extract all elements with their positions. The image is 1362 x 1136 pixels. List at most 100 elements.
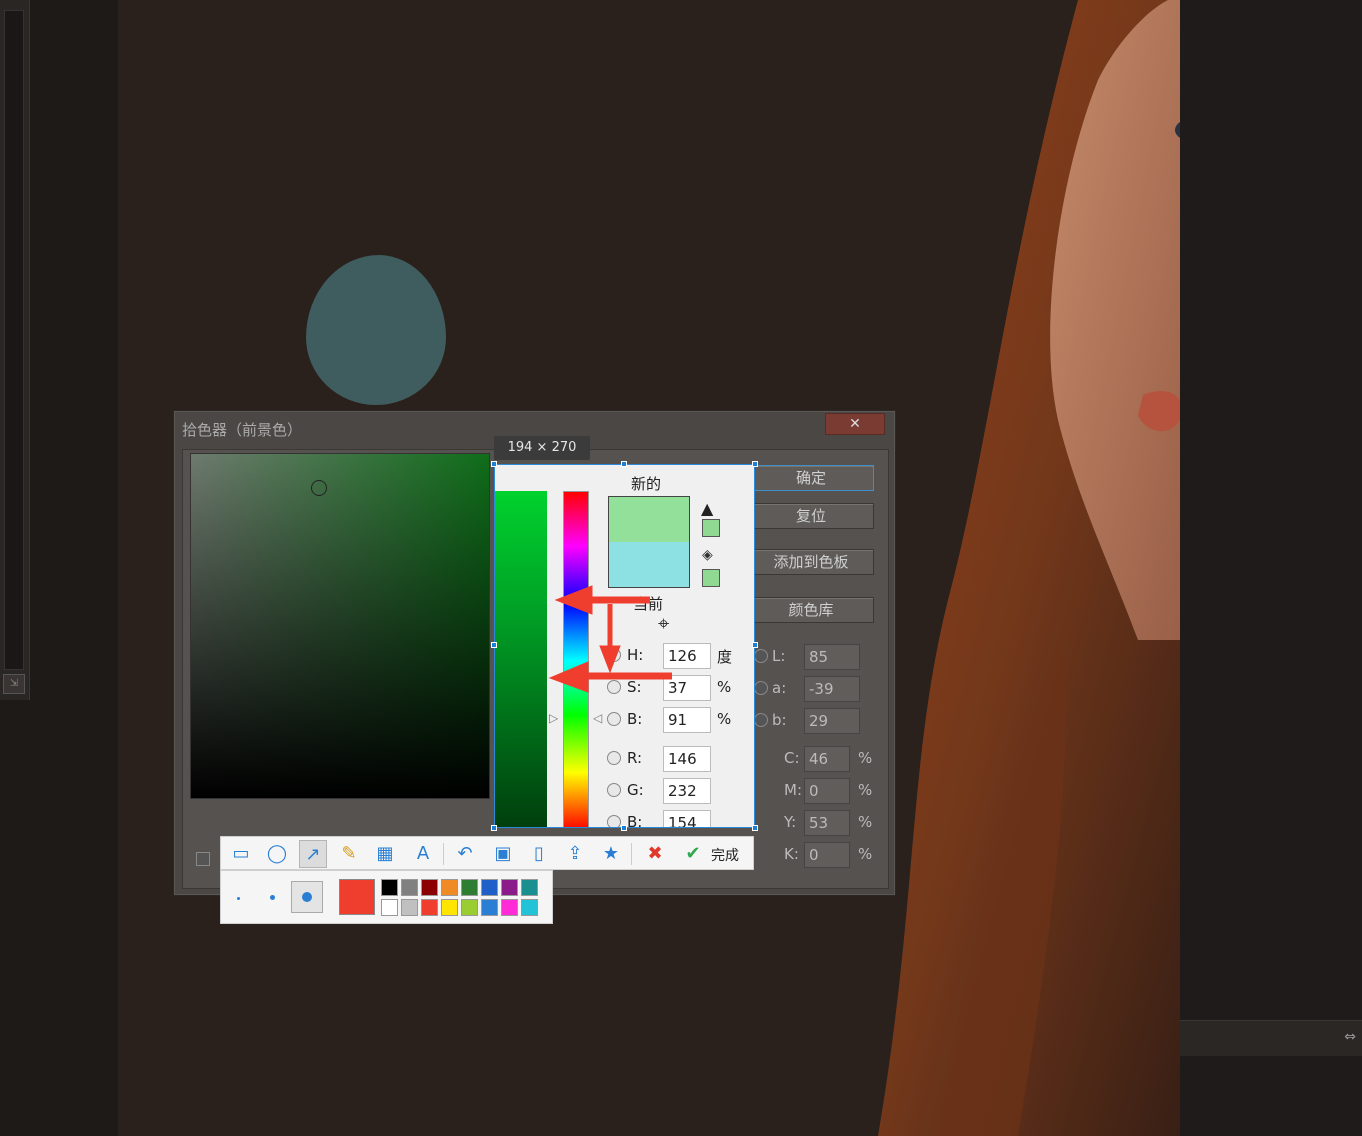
palette-color-swatch[interactable] [501, 879, 518, 896]
hsb-h-unit: 度 [717, 648, 733, 666]
capture-region[interactable]: ▷ ◁ 新的 当前 ▲ ◈ ⌖ H: 126 度 S: 37 % B: 91 %… [494, 464, 755, 828]
hsb-s-input[interactable]: 37 [663, 675, 711, 701]
palette-color-swatch[interactable] [501, 899, 518, 916]
capture-handle-bottom-left[interactable] [491, 825, 497, 831]
palette-color-swatch[interactable] [381, 899, 398, 916]
capture-handle-right[interactable] [752, 642, 758, 648]
done-button[interactable]: 完成 [711, 845, 739, 865]
only-web-colors-checkbox[interactable] [196, 852, 210, 866]
share-icon[interactable]: ⇪ [561, 840, 589, 868]
web-safe-cube-icon[interactable]: ◈ [702, 547, 713, 563]
size-small-dot[interactable] [237, 897, 240, 900]
palette-color-swatch[interactable] [521, 879, 538, 896]
capture-handle-top-left[interactable] [491, 461, 497, 467]
pin-icon[interactable]: ▯ [525, 840, 553, 868]
size-large-option[interactable] [291, 881, 323, 913]
pen-icon[interactable]: ✎ [335, 840, 363, 868]
lab-l-radio[interactable] [754, 649, 768, 663]
rgb-b-input[interactable]: 154 [663, 810, 711, 827]
cmyk-c-input[interactable]: 46 [804, 746, 850, 772]
palette-color-swatch[interactable] [521, 899, 538, 916]
new-color-label: 新的 [631, 475, 662, 493]
palette-color-swatch[interactable] [481, 899, 498, 916]
lab-b-input[interactable]: 29 [804, 708, 860, 734]
toolbar-separator [443, 843, 444, 865]
rgb-g-radio[interactable] [607, 783, 621, 797]
left-tool-panel: ⇲ [0, 0, 118, 1136]
cmyk-y-input[interactable]: 53 [804, 810, 850, 836]
palette-color-swatch[interactable] [441, 899, 458, 916]
bookmark-icon[interactable]: ★ [597, 840, 625, 868]
cancel-icon[interactable]: ✖ [641, 840, 669, 868]
add-to-swatches-button[interactable]: 添加到色板 [748, 549, 874, 575]
cmyk-c-row: C: 46 % [768, 746, 878, 772]
save-icon[interactable]: ▣ [489, 840, 517, 868]
rectangle-icon[interactable]: ▭ [227, 840, 255, 868]
lab-a-input[interactable]: -39 [804, 676, 860, 702]
lab-b-label: b: [772, 711, 787, 729]
rgb-b-radio[interactable] [607, 815, 621, 827]
gamut-warning-icon[interactable]: ▲ [701, 499, 713, 518]
new-color-swatch [609, 497, 689, 542]
left-panel-strip: ⇲ [0, 0, 30, 700]
palette-color-swatch[interactable] [421, 879, 438, 896]
cmyk-y-unit: % [858, 813, 873, 831]
palette-color-swatch[interactable] [461, 899, 478, 916]
cmyk-m-row: M: 0 % [768, 778, 878, 804]
capture-handle-left[interactable] [491, 642, 497, 648]
lab-a-label: a: [772, 679, 787, 697]
hue-left-arrow-icon[interactable]: ▷ [549, 711, 558, 725]
undo-icon[interactable]: ↶ [451, 840, 479, 868]
ok-button[interactable]: 确定 [748, 465, 874, 491]
text-icon[interactable]: A [409, 840, 437, 868]
color-field-cursor[interactable] [311, 480, 327, 496]
current-color-swatch[interactable] [609, 542, 689, 587]
hsb-s-unit: % [717, 678, 732, 696]
capture-handle-top-right[interactable] [752, 461, 758, 467]
web-safe-correction-swatch[interactable] [702, 569, 720, 587]
hsb-h-radio[interactable] [607, 648, 621, 662]
mosaic-icon[interactable]: ▦ [371, 840, 399, 868]
lab-a-radio[interactable] [754, 681, 768, 695]
reset-button[interactable]: 复位 [748, 503, 874, 529]
current-annotation-color[interactable] [339, 879, 375, 915]
left-panel-scroll-button[interactable]: ⇲ [3, 674, 25, 694]
lab-l-input[interactable]: 85 [804, 644, 860, 670]
capture-handle-bottom-right[interactable] [752, 825, 758, 831]
ellipse-icon[interactable]: ◯ [263, 840, 291, 868]
rgb-r-radio[interactable] [607, 751, 621, 765]
capture-handle-top[interactable] [621, 461, 627, 467]
hue-right-arrow-icon[interactable]: ◁ [593, 711, 602, 725]
size-medium-dot[interactable] [270, 895, 275, 900]
cmyk-m-input[interactable]: 0 [804, 778, 850, 804]
arrow-icon[interactable]: ↗ [299, 840, 327, 868]
link-icon[interactable]: ⇔ [1344, 1029, 1356, 1045]
green-gradient-bar [495, 491, 547, 827]
palette-color-swatch[interactable] [381, 879, 398, 896]
palette-color-swatch[interactable] [401, 879, 418, 896]
rgb-r-input[interactable]: 146 [663, 746, 711, 772]
color-library-button[interactable]: 颜色库 [748, 597, 874, 623]
palette-color-swatch[interactable] [481, 879, 498, 896]
palette-color-swatch[interactable] [401, 899, 418, 916]
saturation-brightness-field[interactable] [190, 453, 490, 799]
lab-b-radio[interactable] [754, 713, 768, 727]
capture-handle-bottom[interactable] [621, 825, 627, 831]
cmyk-k-label: K: [784, 845, 799, 863]
palette-color-swatch[interactable] [421, 899, 438, 916]
palette-color-swatch[interactable] [441, 879, 458, 896]
gamut-correction-swatch[interactable] [702, 519, 720, 537]
hsb-b-input[interactable]: 91 [663, 707, 711, 733]
hsb-h-input[interactable]: 126 [663, 643, 711, 669]
hsb-s-label: S: [627, 678, 642, 696]
capture-size-tooltip: 194 × 270 [494, 436, 590, 460]
close-button[interactable]: ✕ [825, 413, 885, 435]
hsb-b-radio[interactable] [607, 712, 621, 726]
right-panel: ⇔ [1180, 0, 1362, 1136]
cmyk-k-input[interactable]: 0 [804, 842, 850, 868]
check-icon[interactable]: ✔ [679, 840, 707, 868]
hsb-s-radio[interactable] [607, 680, 621, 694]
palette-color-swatch[interactable] [461, 879, 478, 896]
rgb-g-input[interactable]: 232 [663, 778, 711, 804]
hue-slider[interactable] [563, 491, 589, 827]
